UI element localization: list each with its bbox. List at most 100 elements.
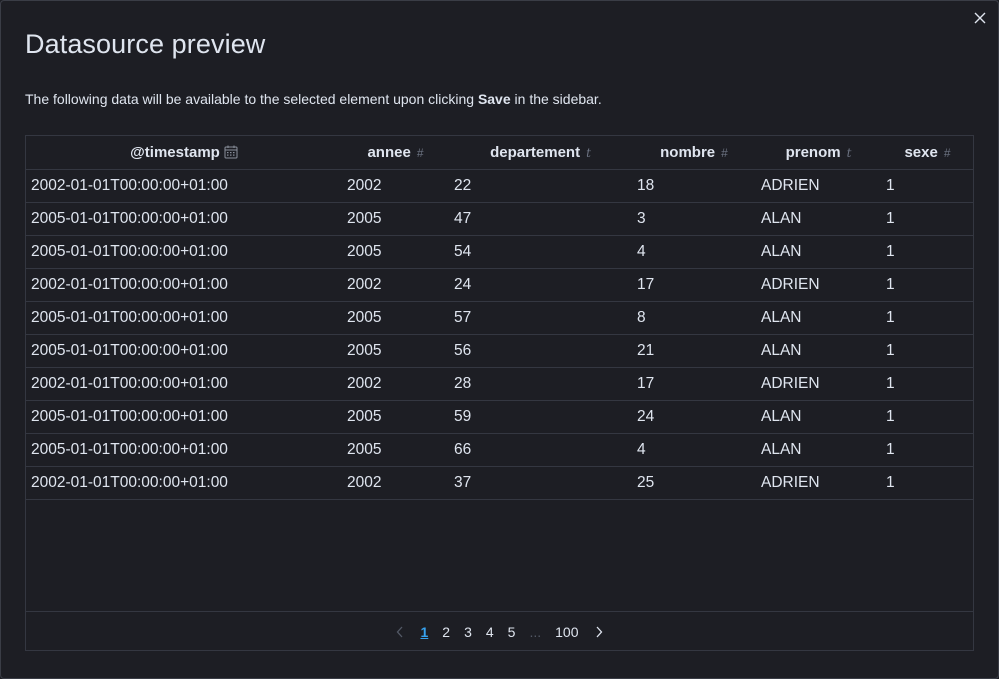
table-cell-timestamp: 2002-01-01T00:00:00+01:00 bbox=[26, 169, 342, 203]
table-row: 2005-01-01T00:00:00+01:00 2005 57 8 ALAN 1 bbox=[26, 301, 974, 335]
table-body: 2002-01-01T00:00:00+01:00 2002 22 18 ADRIEN 1… bbox=[26, 169, 974, 500]
number-type-icon: # bbox=[943, 146, 951, 161]
table-cell-prenom: ALAN bbox=[756, 400, 881, 434]
table-cell-departement: 56 bbox=[449, 334, 632, 368]
table-cell-departement: 54 bbox=[449, 235, 632, 269]
table-row: 2005-01-01T00:00:00+01:00 2005 47 3 ALAN 1 bbox=[26, 202, 974, 236]
table-cell-nombre: 3 bbox=[632, 202, 756, 236]
column-header-label: nombre bbox=[660, 144, 716, 161]
table-cell-departement: 22 bbox=[449, 169, 632, 203]
table-cell-timestamp: 2002-01-01T00:00:00+01:00 bbox=[26, 367, 342, 401]
table-cell-prenom: ALAN bbox=[756, 334, 881, 368]
table-cell-sexe: 1 bbox=[881, 235, 974, 269]
page-list: 12345 bbox=[413, 624, 522, 640]
column-header-prenom[interactable]: prenom t bbox=[756, 136, 881, 170]
description-text: The following data will be available to … bbox=[25, 91, 478, 107]
table-cell-sexe: 1 bbox=[881, 400, 974, 434]
previous-page-button[interactable] bbox=[390, 622, 410, 642]
table-cell-sexe: 1 bbox=[881, 466, 974, 500]
page-link-2[interactable]: 2 bbox=[435, 624, 457, 640]
page-link-last[interactable]: 100 bbox=[548, 624, 585, 640]
table-cell-sexe: 1 bbox=[881, 169, 974, 203]
table-row: 2005-01-01T00:00:00+01:00 2005 59 24 ALAN 1 bbox=[26, 400, 974, 434]
table-cell-annee: 2002 bbox=[342, 169, 449, 203]
number-type-icon: # bbox=[721, 146, 728, 161]
table-cell-prenom: ADRIEN bbox=[756, 268, 881, 302]
table-cell-sexe: 1 bbox=[881, 301, 974, 335]
table-cell-sexe: 1 bbox=[881, 433, 974, 467]
table-cell-sexe: 1 bbox=[881, 202, 974, 236]
column-header-label: prenom bbox=[785, 144, 841, 161]
column-header-annee[interactable]: annee # bbox=[342, 136, 449, 170]
table-cell-prenom: ALAN bbox=[756, 433, 881, 467]
table-cell-annee: 2005 bbox=[342, 433, 449, 467]
table-cell-nombre: 4 bbox=[632, 235, 756, 269]
table-cell-departement: 28 bbox=[449, 367, 632, 401]
table-cell-departement: 59 bbox=[449, 400, 632, 434]
table-cell-annee: 2005 bbox=[342, 301, 449, 335]
chevron-right-icon bbox=[596, 626, 602, 638]
table-cell-prenom: ALAN bbox=[756, 301, 881, 335]
table-cell-timestamp: 2002-01-01T00:00:00+01:00 bbox=[26, 268, 342, 302]
page-link-4[interactable]: 4 bbox=[479, 624, 501, 640]
column-header-nombre[interactable]: nombre # bbox=[632, 136, 756, 170]
table-row: 2002-01-01T00:00:00+01:00 2002 22 18 ADRIEN 1 bbox=[26, 169, 974, 203]
table-cell-timestamp: 2005-01-01T00:00:00+01:00 bbox=[26, 202, 342, 236]
close-button[interactable] bbox=[972, 10, 988, 26]
table-cell-nombre: 24 bbox=[632, 400, 756, 434]
table-cell-annee: 2005 bbox=[342, 400, 449, 434]
table-cell-departement: 24 bbox=[449, 268, 632, 302]
column-header-timestamp[interactable]: @timestamp bbox=[26, 136, 342, 170]
text-type-icon: t bbox=[846, 146, 852, 161]
table-row: 2005-01-01T00:00:00+01:00 2005 66 4 ALAN 1 bbox=[26, 433, 974, 467]
close-icon bbox=[974, 12, 986, 24]
column-header-label: annee bbox=[367, 144, 411, 161]
data-table: @timestamp annee # departement t nombre # preno… bbox=[26, 136, 974, 500]
table-cell-timestamp: 2005-01-01T00:00:00+01:00 bbox=[26, 301, 342, 335]
table-header-row: @timestamp annee # departement t nombre # preno… bbox=[26, 136, 974, 170]
table-cell-nombre: 17 bbox=[632, 367, 756, 401]
table-cell-timestamp: 2005-01-01T00:00:00+01:00 bbox=[26, 400, 342, 434]
table-cell-annee: 2005 bbox=[342, 334, 449, 368]
column-header-sexe[interactable]: sexe # bbox=[881, 136, 974, 170]
table-cell-departement: 66 bbox=[449, 433, 632, 467]
table-cell-departement: 47 bbox=[449, 202, 632, 236]
chevron-left-icon bbox=[397, 626, 403, 638]
table-cell-annee: 2002 bbox=[342, 466, 449, 500]
calendar-icon bbox=[224, 145, 238, 159]
table-cell-prenom: ALAN bbox=[756, 235, 881, 269]
table-cell-nombre: 25 bbox=[632, 466, 756, 500]
next-page-button[interactable] bbox=[589, 622, 609, 642]
table-cell-nombre: 17 bbox=[632, 268, 756, 302]
column-header-label: sexe bbox=[904, 144, 938, 161]
table-cell-prenom: ADRIEN bbox=[756, 367, 881, 401]
table-cell-annee: 2002 bbox=[342, 268, 449, 302]
table-cell-annee: 2005 bbox=[342, 202, 449, 236]
column-header-label: departement bbox=[490, 144, 581, 161]
table-cell-timestamp: 2005-01-01T00:00:00+01:00 bbox=[26, 235, 342, 269]
table-row: 2002-01-01T00:00:00+01:00 2002 28 17 ADRIEN 1 bbox=[26, 367, 974, 401]
pagination: 12345 ... 100 bbox=[26, 611, 973, 652]
number-type-icon: # bbox=[416, 146, 424, 161]
description-save-label: Save bbox=[477, 91, 511, 107]
table-cell-departement: 57 bbox=[449, 301, 632, 335]
page-link-1[interactable]: 1 bbox=[413, 624, 435, 640]
table-cell-annee: 2002 bbox=[342, 367, 449, 401]
table-row: 2002-01-01T00:00:00+01:00 2002 24 17 ADRIEN 1 bbox=[26, 268, 974, 302]
text-type-icon: t bbox=[586, 146, 591, 161]
table-cell-sexe: 1 bbox=[881, 334, 974, 368]
table-cell-prenom: ALAN bbox=[756, 202, 881, 236]
column-header-label: @timestamp bbox=[130, 144, 220, 161]
table-cell-annee: 2005 bbox=[342, 235, 449, 269]
page-link-5[interactable]: 5 bbox=[501, 624, 523, 640]
table-cell-sexe: 1 bbox=[881, 367, 974, 401]
table-cell-nombre: 4 bbox=[632, 433, 756, 467]
table-row: 2005-01-01T00:00:00+01:00 2005 54 4 ALAN 1 bbox=[26, 235, 974, 269]
column-header-departement[interactable]: departement t bbox=[449, 136, 632, 170]
pagination-ellipsis: ... bbox=[529, 624, 542, 640]
modal-description: The following data will be available to … bbox=[25, 91, 602, 107]
table-cell-nombre: 21 bbox=[632, 334, 756, 368]
table-cell-timestamp: 2002-01-01T00:00:00+01:00 bbox=[26, 466, 342, 500]
page-link-3[interactable]: 3 bbox=[457, 624, 479, 640]
table-cell-prenom: ADRIEN bbox=[756, 169, 881, 203]
